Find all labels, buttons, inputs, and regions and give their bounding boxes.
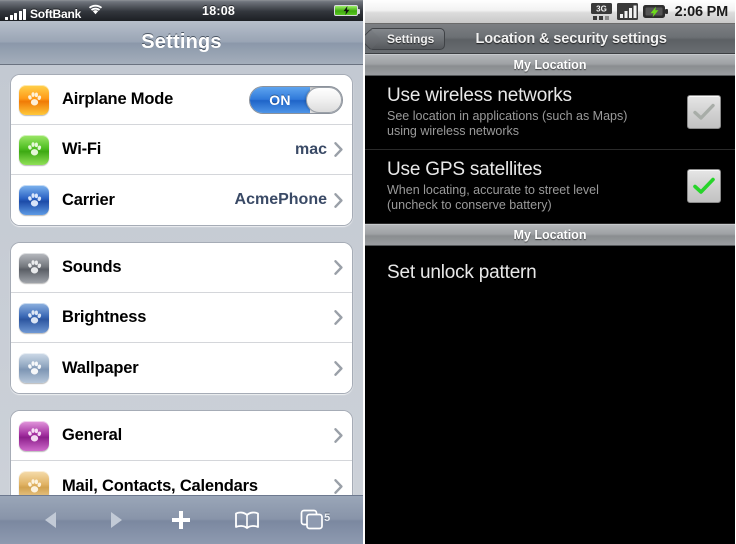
3g-icon: 3G: [590, 3, 612, 20]
android-location-security-screen: 3G 2:06 PM Settings Location & security …: [364, 0, 735, 544]
preference-use-wireless-networks[interactable]: Use wireless networks See location in ap…: [365, 76, 735, 150]
ios-status-bar: SoftBank 18:08: [0, 0, 363, 21]
settings-row-label: General: [62, 426, 123, 444]
battery-charging-icon: [642, 4, 668, 19]
chevron-right-icon: [334, 360, 343, 376]
android-empty-area: [365, 302, 735, 544]
airplane-mode-icon: [19, 84, 49, 115]
checkbox-use-gps-satellites[interactable]: [687, 169, 721, 203]
settings-row-label: Airplane Mode: [62, 90, 174, 108]
chevron-right-icon: [334, 260, 343, 275]
forward-arrow-icon[interactable]: [93, 503, 139, 537]
ios-settings-screen: SoftBank 18:08 Settings Airplane Mode ON…: [0, 0, 364, 544]
preference-subtitle: When locating, accurate to street level …: [387, 183, 599, 212]
preference-title: Use GPS satellites: [387, 159, 542, 180]
wifi-settings-icon: [19, 134, 49, 165]
section-header-label: My Location: [513, 58, 587, 72]
preference-subtitle: See location in applications (such as Ma…: [387, 109, 628, 138]
section-header-label: My Location: [513, 228, 587, 242]
settings-row-label: Brightness: [62, 308, 147, 326]
general-icon: [19, 420, 49, 451]
settings-row-label: Wi-Fi: [62, 140, 102, 158]
ios-status-right: [334, 5, 360, 16]
section-header-my-location-1: My Location: [365, 54, 735, 76]
ios-status-left: SoftBank: [5, 2, 103, 20]
battery-charging-icon: [334, 5, 360, 16]
back-button-label: Settings: [387, 31, 435, 46]
settings-row-carrier[interactable]: Carrier AcmePhone: [11, 175, 352, 225]
toggle-knob[interactable]: [306, 86, 342, 113]
svg-text:3G: 3G: [596, 5, 607, 14]
sounds-icon: [19, 252, 49, 283]
settings-group-connectivity: Airplane Mode ON Wi-Fi mac Carrier AcmeP…: [10, 74, 353, 226]
plus-icon[interactable]: [158, 503, 204, 537]
bookmarks-book-icon[interactable]: [224, 503, 270, 537]
chevron-right-icon: [334, 478, 343, 494]
toggle-state-label: ON: [269, 91, 291, 108]
carrier-icon: [19, 185, 49, 215]
preference-set-unlock-pattern[interactable]: Set unlock pattern: [365, 246, 735, 302]
wifi-icon: [88, 2, 103, 20]
signal-bars-icon: [5, 8, 26, 20]
wallpaper-icon: [19, 353, 49, 383]
settings-row-label: Mail, Contacts, Calendars: [62, 476, 258, 495]
android-title-bar: Settings Location & security settings: [365, 24, 735, 54]
settings-row-value: mac: [294, 140, 327, 158]
page-title: Location & security settings: [475, 30, 667, 47]
ios-carrier-label: SoftBank: [30, 6, 82, 21]
brightness-icon: [19, 302, 49, 333]
settings-row-wifi[interactable]: Wi-Fi mac: [11, 125, 352, 175]
checkbox-use-wireless-networks[interactable]: [687, 95, 721, 129]
dual-phone-screenshot: SoftBank 18:08 Settings Airplane Mode ON…: [0, 0, 736, 544]
preference-text-block: Use wireless networks See location in ap…: [387, 85, 687, 139]
preference-use-gps-satellites[interactable]: Use GPS satellites When locating, accura…: [365, 150, 735, 224]
settings-row-general[interactable]: General: [11, 411, 352, 461]
back-arrow-icon[interactable]: [28, 503, 74, 537]
settings-row-sounds[interactable]: Sounds: [11, 243, 352, 293]
settings-row-label: Wallpaper: [62, 358, 139, 377]
safari-toolbar: 5: [0, 495, 363, 544]
chevron-right-icon: [334, 192, 343, 208]
settings-row-wallpaper[interactable]: Wallpaper: [11, 343, 352, 393]
chevron-right-icon: [334, 142, 343, 157]
settings-row-brightness[interactable]: Brightness: [11, 293, 352, 343]
section-header-my-location-2: My Location: [365, 224, 735, 246]
android-status-bar: 3G 2:06 PM: [365, 0, 735, 24]
chevron-right-icon: [334, 310, 343, 325]
tabs-pages-icon[interactable]: 5: [289, 503, 335, 537]
ios-nav-bar: Settings: [0, 21, 363, 65]
preference-title: Set unlock pattern: [387, 262, 537, 283]
toggle-on-side: ON: [250, 86, 310, 113]
ios-clock: 18:08: [202, 3, 236, 18]
settings-row-airplane-mode[interactable]: Airplane Mode ON: [11, 75, 352, 125]
signal-bars-icon: [616, 3, 638, 20]
tab-count-badge: 5: [324, 512, 331, 524]
android-clock: 2:06 PM: [674, 3, 729, 20]
settings-row-value: AcmePhone: [234, 191, 327, 208]
airplane-mode-toggle[interactable]: ON: [249, 85, 343, 114]
ios-settings-list[interactable]: Airplane Mode ON Wi-Fi mac Carrier AcmeP…: [0, 65, 363, 512]
page-title: Settings: [141, 31, 222, 53]
settings-row-label: Sounds: [62, 258, 122, 276]
settings-row-label: Carrier: [62, 190, 115, 209]
preference-text-block: Use GPS satellites When locating, accura…: [387, 159, 687, 213]
back-to-settings-button[interactable]: Settings: [370, 27, 446, 50]
settings-group-display: Sounds Brightness Wallpaper: [10, 242, 353, 394]
chevron-right-icon: [334, 428, 343, 443]
preference-title: Use wireless networks: [387, 85, 572, 106]
